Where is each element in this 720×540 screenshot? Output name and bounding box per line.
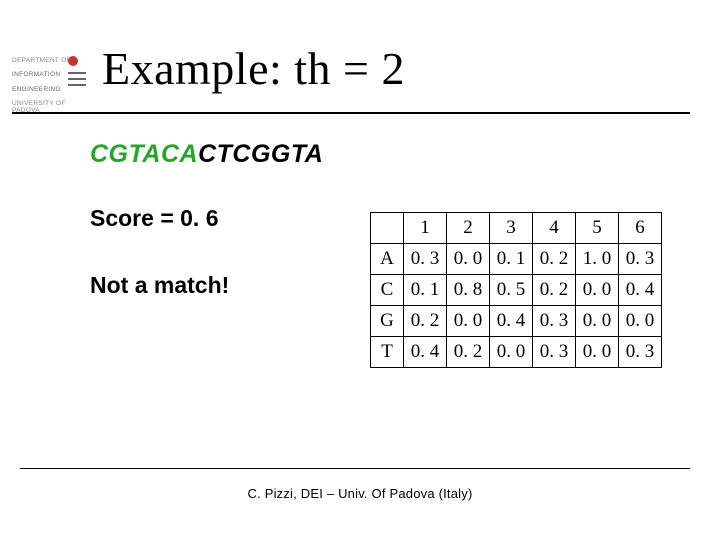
logo-line1: DEPARTMENT OF [12, 57, 71, 64]
cell: 1. 0 [576, 244, 619, 275]
sequence-string: CGTACACTCGGTA [90, 140, 323, 169]
cell: 0. 8 [447, 275, 490, 306]
cell: 0. 4 [404, 337, 447, 368]
table-row: T 0. 4 0. 2 0. 0 0. 3 0. 0 0. 3 [371, 337, 662, 368]
cell: 0. 0 [619, 306, 662, 337]
cell: 0. 5 [490, 275, 533, 306]
score-matrix-table: 1 2 3 4 5 6 A 0. 3 0. 0 0. 1 0. 2 1. 0 0… [370, 212, 662, 368]
footer-text: C. Pizzi, DEI – Univ. Of Padova (Italy) [0, 486, 720, 501]
col-header: 5 [576, 213, 619, 244]
logo-line3: ENGINEERING [12, 86, 61, 93]
cell: 0. 3 [619, 244, 662, 275]
cell: 0. 0 [447, 244, 490, 275]
cell: 0. 1 [404, 275, 447, 306]
cell: 0. 2 [533, 244, 576, 275]
slide: DEPARTMENT OF INFORMATION ENGINEERING UN… [0, 0, 720, 540]
table-row: C 0. 1 0. 8 0. 5 0. 2 0. 0 0. 4 [371, 275, 662, 306]
col-header: 1 [404, 213, 447, 244]
cell: 0. 0 [576, 306, 619, 337]
cell: 0. 0 [576, 337, 619, 368]
footer-divider [20, 468, 690, 469]
not-match-label: Not a match! [90, 272, 229, 299]
table-row: G 0. 2 0. 0 0. 4 0. 3 0. 0 0. 0 [371, 306, 662, 337]
cell: 0. 4 [619, 275, 662, 306]
row-header: A [371, 244, 404, 275]
corner-cell [371, 213, 404, 244]
table-header-row: 1 2 3 4 5 6 [371, 213, 662, 244]
sequence-rest: CTCGGTA [198, 140, 323, 168]
title-divider [12, 112, 690, 114]
row-header: C [371, 275, 404, 306]
col-header: 3 [490, 213, 533, 244]
score-label: Score = 0. 6 [90, 205, 219, 232]
logo-lines-icon [68, 72, 90, 90]
logo-bullet-icon [68, 56, 78, 66]
cell: 0. 2 [533, 275, 576, 306]
dept-logo: DEPARTMENT OF INFORMATION ENGINEERING UN… [12, 50, 82, 114]
cell: 0. 3 [404, 244, 447, 275]
col-header: 4 [533, 213, 576, 244]
cell: 0. 3 [533, 337, 576, 368]
logo-line2: INFORMATION [12, 71, 60, 78]
cell: 0. 0 [576, 275, 619, 306]
slide-title: Example: th = 2 [102, 42, 405, 95]
cell: 0. 3 [533, 306, 576, 337]
sequence-highlight: CGTACA [90, 140, 198, 168]
cell: 0. 1 [490, 244, 533, 275]
cell: 0. 3 [619, 337, 662, 368]
table-row: A 0. 3 0. 0 0. 1 0. 2 1. 0 0. 3 [371, 244, 662, 275]
cell: 0. 2 [404, 306, 447, 337]
col-header: 2 [447, 213, 490, 244]
col-header: 6 [619, 213, 662, 244]
row-header: G [371, 306, 404, 337]
row-header: T [371, 337, 404, 368]
cell: 0. 2 [447, 337, 490, 368]
cell: 0. 0 [447, 306, 490, 337]
cell: 0. 4 [490, 306, 533, 337]
cell: 0. 0 [490, 337, 533, 368]
